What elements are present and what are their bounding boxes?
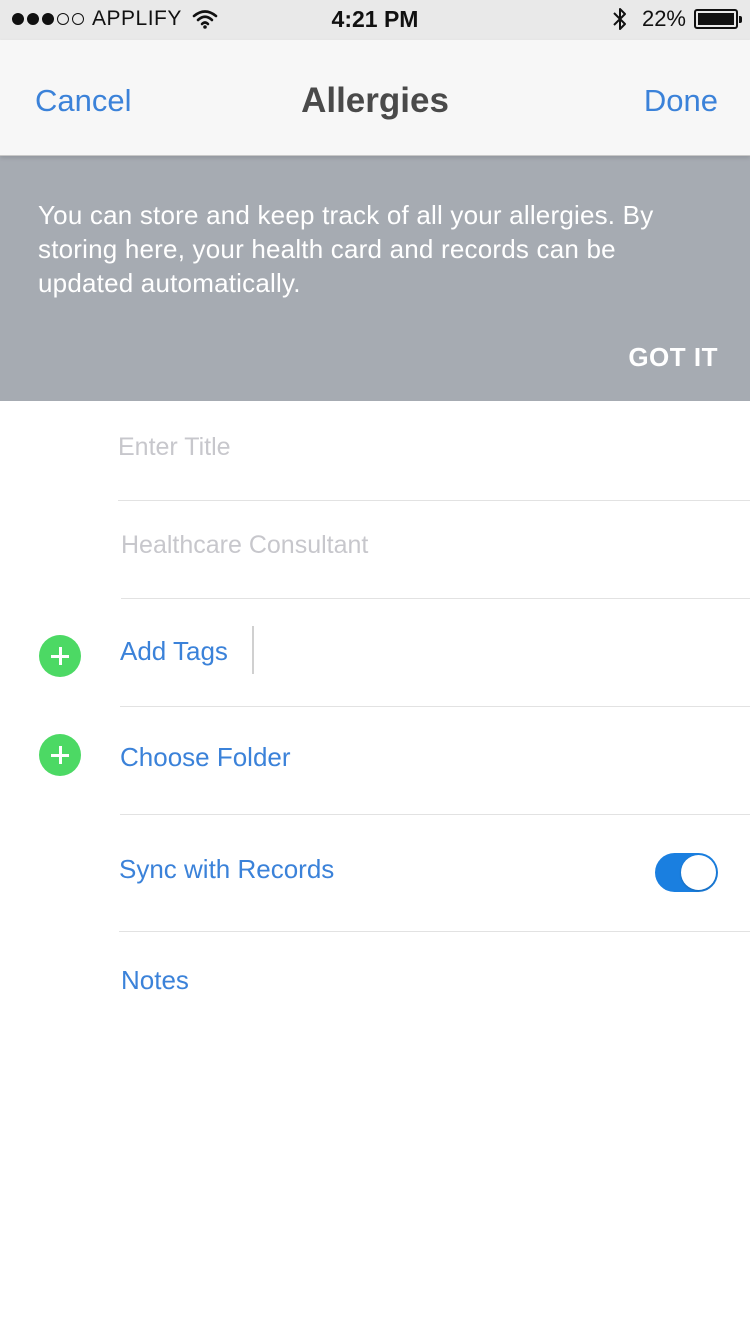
choose-folder-button[interactable]: Choose Folder [120, 742, 291, 773]
divider [121, 598, 750, 599]
battery-percent: 22% [641, 6, 686, 31]
info-banner: You can store and keep track of all your… [0, 156, 750, 401]
sync-with-records-label: Sync with Records [119, 854, 335, 884]
sync-toggle[interactable] [655, 853, 718, 892]
divider [120, 814, 750, 815]
consultant-row[interactable]: Healthcare Consultant [0, 501, 750, 599]
allergies-screen: APPLIFY 4:21 PM 22% Cancel Allergies Don… [0, 0, 750, 1334]
status-bar: APPLIFY 4:21 PM 22% [0, 0, 750, 40]
toggle-knob [681, 855, 716, 890]
add-tags-button[interactable]: Add Tags [120, 636, 228, 667]
choose-folder-plus-icon[interactable] [39, 734, 81, 776]
banner-message: You can store and keep track of all your… [38, 200, 654, 298]
add-tags-plus-icon[interactable] [39, 635, 81, 677]
divider [119, 931, 750, 932]
done-button[interactable]: Done [644, 83, 718, 119]
consultant-input[interactable]: Healthcare Consultant [121, 531, 368, 560]
battery-icon [694, 9, 742, 29]
page-title: Allergies [301, 81, 449, 120]
text-cursor [252, 626, 254, 674]
bluetooth-icon [613, 8, 626, 30]
got-it-button[interactable]: GOT IT [628, 342, 718, 373]
title-input[interactable]: Enter Title [118, 433, 231, 462]
notes-field[interactable]: Notes [121, 965, 189, 996]
title-row[interactable]: Enter Title [0, 401, 750, 501]
status-right: 22% [612, 6, 742, 32]
divider [120, 706, 750, 707]
battery-fill [698, 13, 734, 25]
navigation-bar: Cancel Allergies Done [0, 40, 750, 156]
